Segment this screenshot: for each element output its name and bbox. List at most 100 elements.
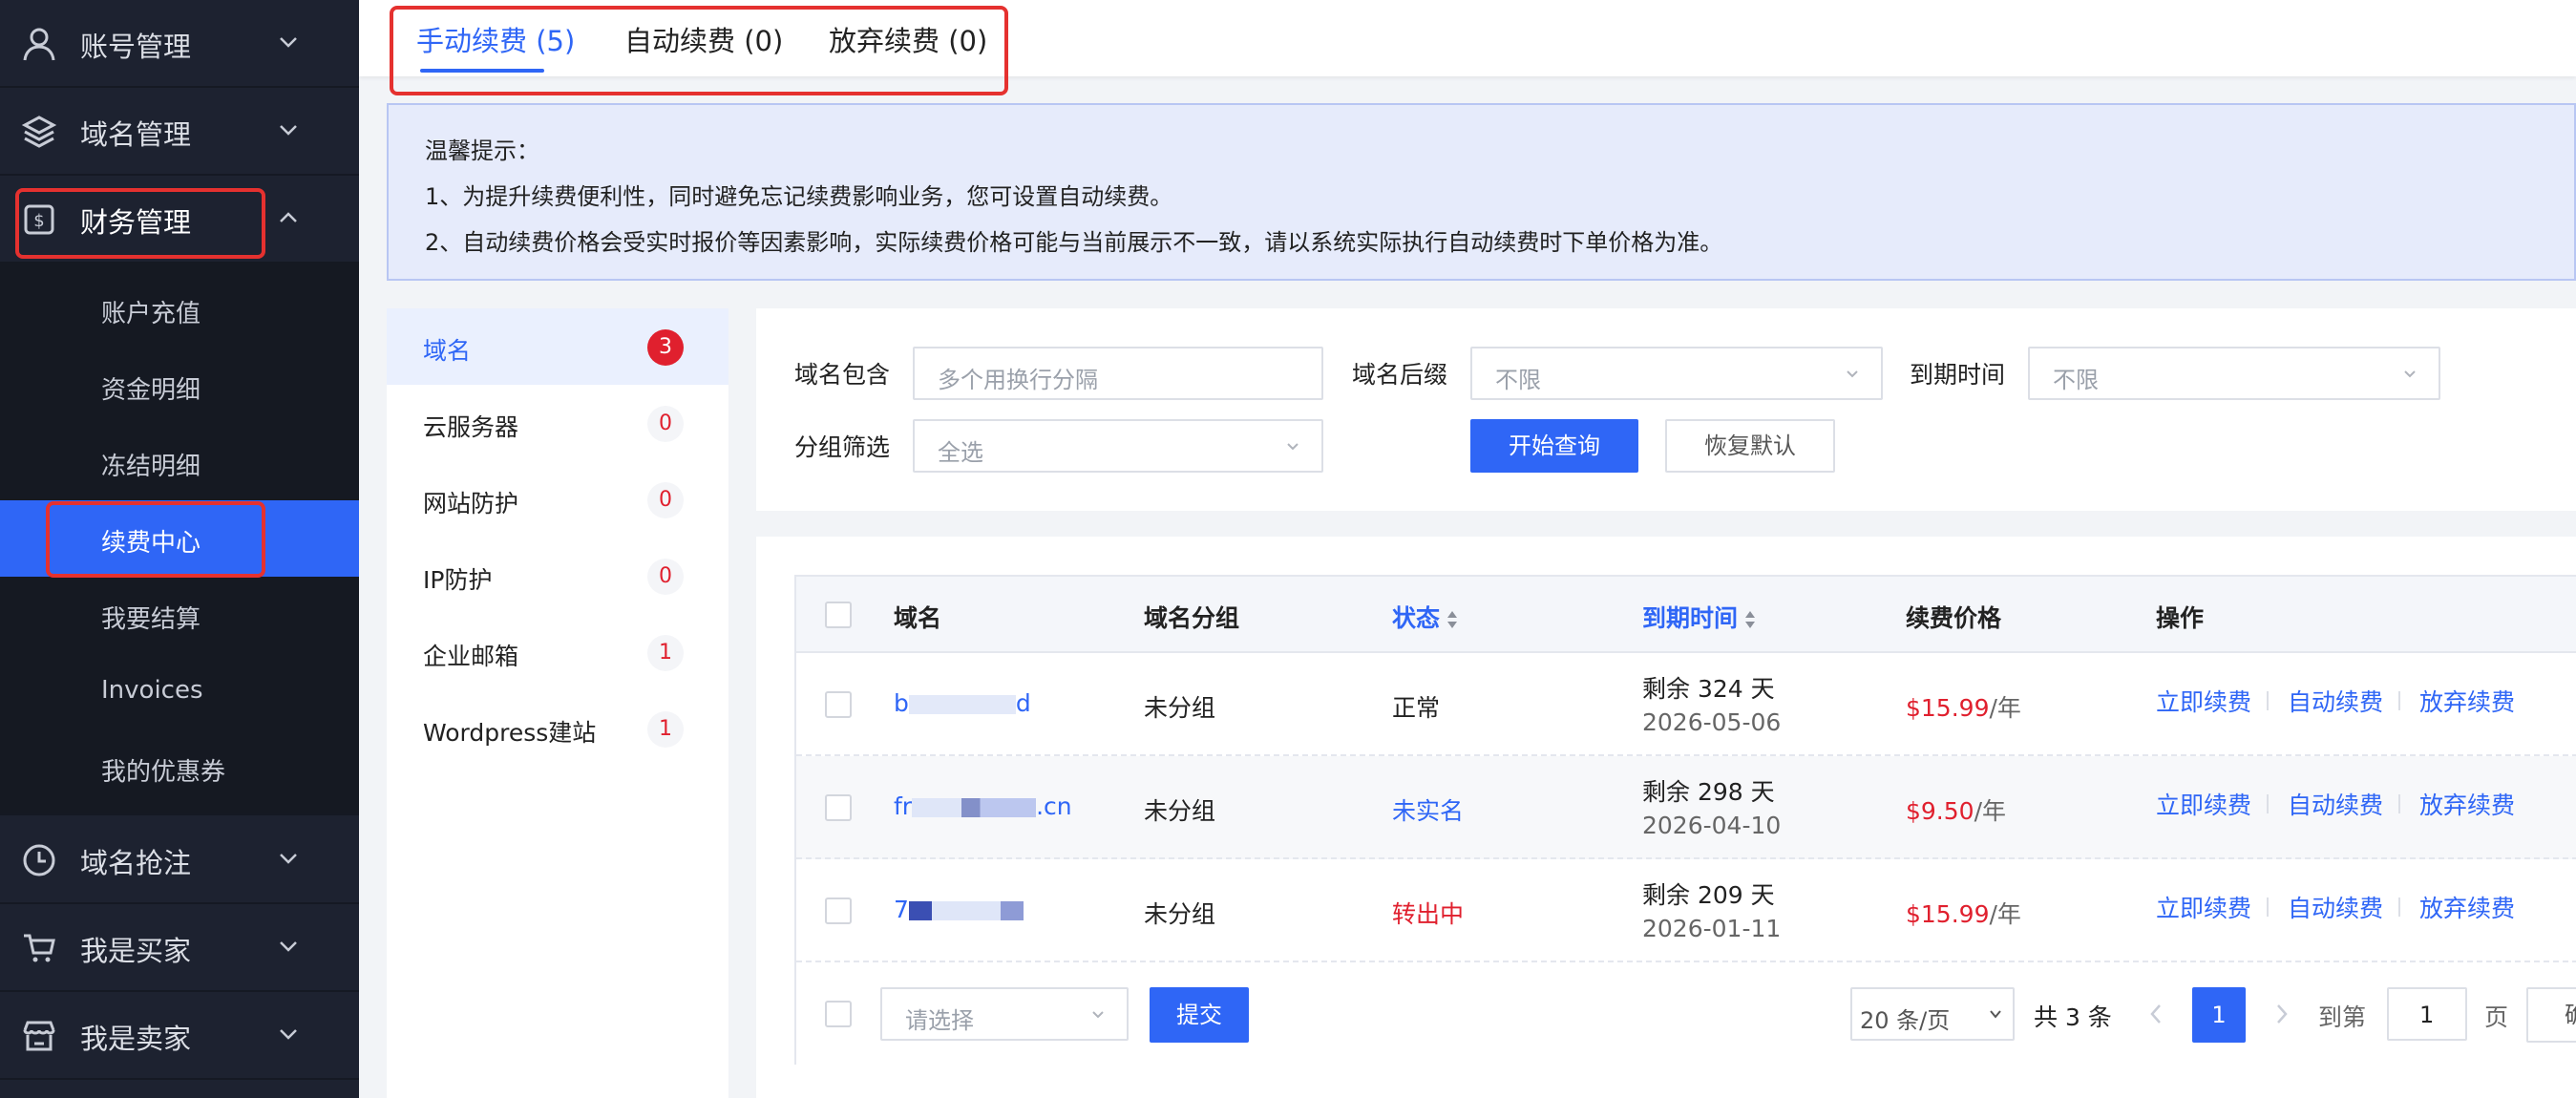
submenu-label: 账户充值 (101, 300, 201, 328)
sidebar-item-label: 我是卖家 (80, 1023, 192, 1055)
renew-now-link[interactable]: 立即续费 (2156, 787, 2251, 821)
goto-page-input[interactable]: 1 (2387, 987, 2467, 1041)
page-size-select[interactable]: 20 条/页 (1850, 987, 2015, 1041)
price-unit: /年 (1989, 694, 2021, 722)
clock-icon (23, 844, 55, 876)
dropdown-arrow-icon (1287, 443, 1299, 451)
sidebar-item-account[interactable]: 账号管理 (0, 0, 359, 86)
abandon-link[interactable]: 放弃续费 (2419, 787, 2515, 821)
category-label: 域名 (423, 337, 472, 365)
auto-renew-link[interactable]: 自动续费 (2288, 684, 2383, 718)
count-badge: 0 (647, 406, 684, 442)
row-checkbox[interactable] (825, 897, 852, 924)
suffix-select[interactable]: 不限 (1470, 347, 1883, 400)
header-price: 续费价格 (1906, 604, 2002, 632)
store-icon (23, 1021, 55, 1051)
category-enterprise-email[interactable]: 企业邮箱 1 (387, 614, 728, 690)
submenu-item-frozen-details[interactable]: 冻结明细 (0, 424, 359, 500)
category-label: 云服务器 (423, 413, 519, 441)
abandon-link[interactable]: 放弃续费 (2419, 684, 2515, 718)
submenu-item-invoices[interactable]: Invoices (0, 653, 359, 729)
domain-link[interactable]: bd (894, 689, 1031, 717)
row-checkbox[interactable] (825, 691, 852, 718)
select-value: 不限 (2053, 367, 2099, 393)
sidebar-item-seller[interactable]: 我是卖家 (0, 992, 359, 1078)
category-domain[interactable]: 域名 3 (387, 308, 728, 385)
submenu-item-coupons[interactable]: 我的优惠券 (0, 729, 359, 806)
sidebar-item-label: 域名抢注 (80, 847, 192, 879)
page-1-button[interactable]: 1 (2192, 987, 2246, 1043)
select-value: 20 条/页 (1860, 1007, 1951, 1034)
input-placeholder: 多个用换行分隔 (938, 367, 1098, 393)
category-website-protection[interactable]: 网站防护 0 (387, 461, 728, 538)
header-status[interactable]: 状态 (1392, 600, 1459, 634)
table-row: bd 未分组 正常 剩余 324 天 2026-05-06 $15.99/年 立… (796, 653, 2576, 756)
header-expiry[interactable]: 到期时间 (1642, 600, 1757, 634)
notice-line-1: 1、为提升续费便利性，同时避免忘记续费影响业务，您可设置自动续费。 (425, 183, 1173, 210)
reset-button[interactable]: 恢复默认 (1665, 419, 1835, 473)
count-badge: 1 (647, 635, 684, 671)
button-label: 确 (2565, 1002, 2576, 1028)
sidebar-item-domain[interactable]: 域名管理 (0, 88, 359, 174)
domain-text-start: b (894, 689, 909, 717)
domain-link[interactable]: fr .cn (894, 792, 1072, 820)
dropdown-arrow-icon (1847, 370, 1858, 378)
group-label: 分组筛选 (794, 433, 891, 461)
layers-icon (21, 116, 57, 148)
submenu-item-settlement[interactable]: 我要结算 (0, 577, 359, 653)
renew-now-link[interactable]: 立即续费 (2156, 890, 2251, 924)
next-page-icon[interactable] (2274, 1003, 2290, 1025)
redacted-block (912, 798, 1037, 817)
domain-link[interactable]: 7 (894, 896, 1024, 923)
submenu-item-fund-details[interactable]: 资金明细 (0, 348, 359, 424)
submenu-label: 资金明细 (101, 376, 201, 405)
footer-select-all-checkbox[interactable] (825, 1001, 852, 1027)
highlight-finance (15, 188, 265, 259)
category-cloud-server[interactable]: 云服务器 0 (387, 385, 728, 461)
sidebar: 账号管理 域名管理 $ 财务管理 账户充值 资金明细 冻结明细 续费中心 我要结… (0, 0, 359, 1098)
row-checkbox[interactable] (825, 794, 852, 821)
divider (0, 1078, 359, 1080)
submenu-label: 我的优惠券 (101, 758, 226, 787)
auto-renew-link[interactable]: 自动续费 (2288, 890, 2383, 924)
submenu-item-recharge[interactable]: 账户充值 (0, 271, 359, 348)
domain-contains-input[interactable]: 多个用换行分隔 (913, 347, 1323, 400)
price-cell: $9.50/年 (1906, 792, 2006, 827)
submit-button[interactable]: 提交 (1150, 987, 1249, 1043)
sidebar-item-buyer[interactable]: 我是买家 (0, 904, 359, 990)
category-label: 网站防护 (423, 490, 519, 517)
count-badge: 3 (647, 329, 684, 366)
renew-now-link[interactable]: 立即续费 (2156, 684, 2251, 718)
header-label: 到期时间 (1642, 604, 1739, 632)
expiry-select[interactable]: 不限 (2028, 347, 2440, 400)
table-row: fr .cn 未分组 未实名 剩余 298 天 2026-04-10 $9.50/… (796, 756, 2576, 859)
chevron-down-icon (280, 854, 297, 864)
category-wordpress[interactable]: Wordpress建站 1 (387, 690, 728, 767)
chevron-down-icon (280, 37, 297, 48)
chevron-down-icon (1990, 1010, 2001, 1019)
status-cell: 正常 (1392, 694, 1441, 722)
domain-text-start: fr (894, 792, 913, 820)
page-suffix: 页 (2484, 1003, 2509, 1031)
sidebar-item-label: 域名管理 (80, 118, 192, 151)
count-badge: 0 (647, 559, 684, 595)
group-select[interactable]: 全选 (913, 419, 1323, 473)
cart-icon (24, 934, 55, 962)
header-domain: 域名 (894, 604, 942, 632)
abandon-link[interactable]: 放弃续费 (2419, 890, 2515, 924)
input-value: 1 (2419, 1002, 2435, 1028)
batch-action-select[interactable]: 请选择 (880, 987, 1129, 1041)
auto-renew-link[interactable]: 自动续费 (2288, 787, 2383, 821)
notice-title: 温馨提示： (425, 137, 539, 164)
search-button[interactable]: 开始查询 (1470, 419, 1638, 473)
redacted-block (908, 695, 1016, 714)
sort-icon (1745, 611, 1756, 628)
domain-text-end: d (1015, 689, 1031, 717)
sidebar-item-domain-snatch[interactable]: 域名抢注 (0, 816, 359, 902)
prev-page-icon[interactable] (2148, 1003, 2164, 1025)
domain-contains-label: 域名包含 (794, 361, 891, 389)
category-ip-protection[interactable]: IP防护 0 (387, 538, 728, 614)
confirm-page-button[interactable]: 确 (2526, 987, 2576, 1043)
select-all-checkbox[interactable] (825, 602, 852, 628)
chevron-up-icon (280, 212, 297, 222)
